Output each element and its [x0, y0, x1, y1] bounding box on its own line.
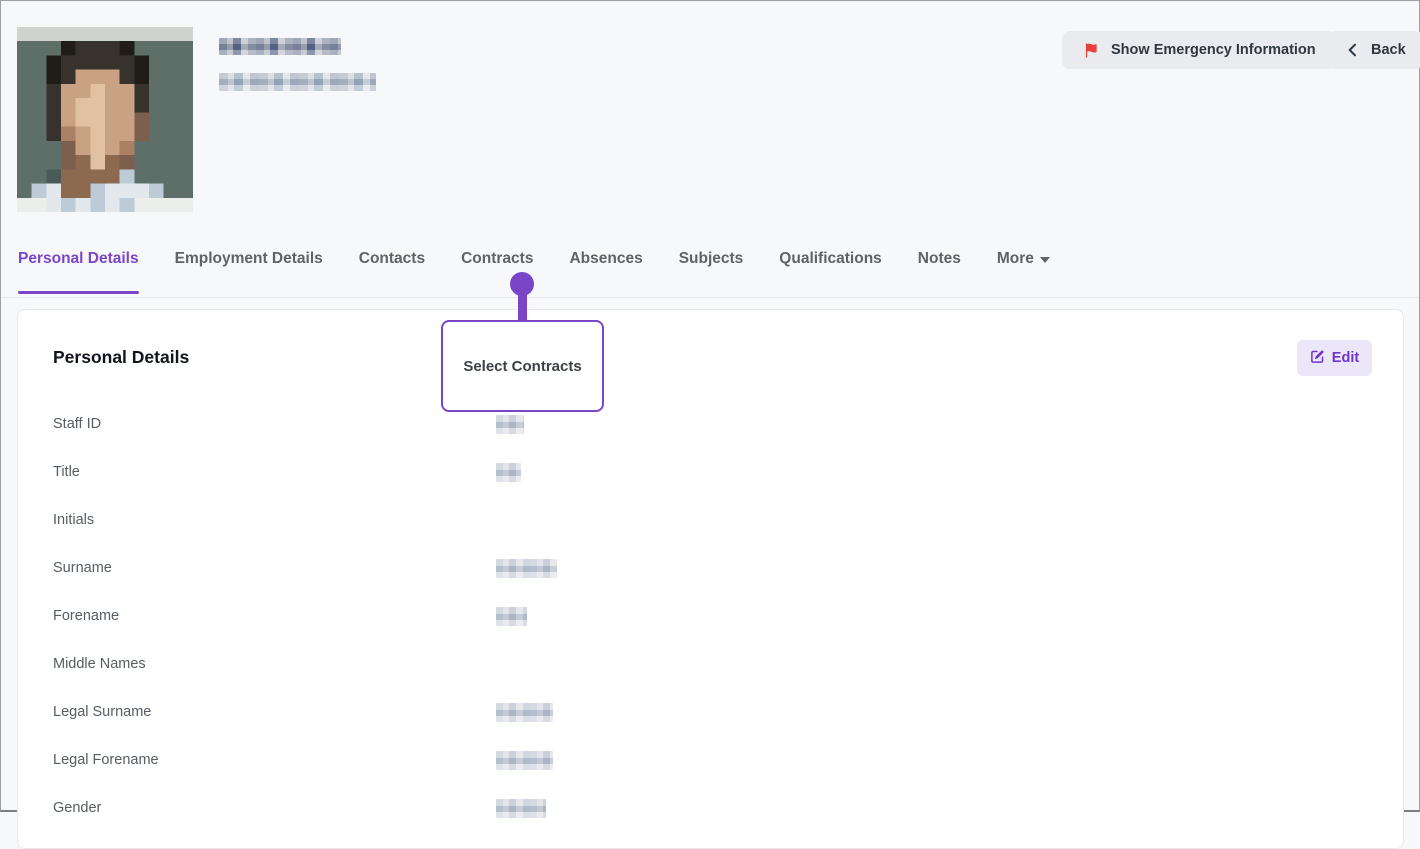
field-value-redacted [496, 798, 546, 818]
field-value-redacted [496, 702, 553, 722]
field-value-redacted [496, 414, 524, 434]
field-label: Legal Forename [53, 752, 159, 768]
tab-absences-label: Absences [569, 250, 643, 267]
field-row-title: Title [53, 448, 1368, 496]
edit-button[interactable]: Edit [1297, 340, 1372, 376]
field-label: Surname [53, 560, 112, 576]
staff-name-redacted [219, 38, 341, 55]
flag-icon [1082, 41, 1101, 60]
tab-more[interactable]: More [997, 247, 1050, 268]
tab-more-label: More [996, 250, 1034, 267]
field-row-middle-names: Middle Names [53, 640, 1368, 688]
field-value-redacted [496, 558, 557, 578]
field-value-redacted [496, 606, 527, 626]
tabbar-divider [1, 297, 1419, 298]
field-value-redacted [496, 750, 553, 770]
field-row-legal-surname: Legal Surname [53, 688, 1368, 736]
tab-subjects-label: Subjects [678, 250, 744, 267]
edit-pencil-icon [1310, 349, 1325, 368]
field-row-legal-forename: Legal Forename [53, 736, 1368, 784]
tab-qualifications[interactable]: Qualifications [779, 247, 882, 268]
back-button[interactable]: Back [1327, 31, 1420, 69]
profile-photo [17, 27, 193, 212]
panel-title: Personal Details [53, 347, 190, 367]
tab-notes-label: Notes [917, 250, 961, 267]
field-row-forename: Forename [53, 592, 1368, 640]
field-label: Staff ID [53, 416, 102, 432]
tab-contracts[interactable]: Contracts [461, 247, 533, 268]
tab-employment-details-label: Employment Details [174, 250, 323, 267]
callout-pin-head [510, 272, 534, 296]
tab-absences[interactable]: Absences [569, 247, 642, 268]
field-row-gender: Gender [53, 784, 1368, 832]
edit-label: Edit [1331, 350, 1360, 366]
personal-details-fields: Staff ID Title Initials Surname Forename… [53, 400, 1368, 832]
field-row-initials: Initials [53, 496, 1368, 544]
field-label: Title [53, 464, 80, 480]
field-row-staff-id: Staff ID [53, 400, 1368, 448]
tab-subjects[interactable]: Subjects [679, 247, 744, 268]
field-label: Legal Surname [53, 704, 152, 720]
personal-details-panel: Personal Details Edit Staff ID Title Ini… [17, 309, 1404, 849]
staff-profile-tabbar: Personal Details Employment Details Cont… [18, 247, 1050, 297]
tab-personal-details[interactable]: Personal Details [18, 247, 139, 294]
field-label: Forename [53, 608, 120, 624]
field-label: Middle Names [53, 656, 146, 672]
tab-contacts-label: Contacts [358, 250, 426, 267]
field-row-surname: Surname [53, 544, 1368, 592]
tab-contacts[interactable]: Contacts [359, 247, 425, 268]
tab-notes[interactable]: Notes [918, 247, 961, 268]
staff-subtitle-redacted [219, 73, 376, 91]
tab-qualifications-label: Qualifications [779, 250, 882, 267]
select-contracts-callout: Select Contracts [441, 320, 604, 412]
chevron-down-icon [1039, 257, 1050, 263]
field-label: Initials [53, 512, 95, 528]
field-value-redacted [496, 462, 521, 482]
back-label: Back [1371, 42, 1406, 58]
select-contracts-callout-label: Select Contracts [463, 357, 582, 375]
field-label: Gender [53, 800, 102, 816]
show-emergency-information-button[interactable]: Show Emergency Information [1062, 31, 1336, 69]
tab-employment-details[interactable]: Employment Details [175, 247, 323, 268]
show-emergency-information-label: Show Emergency Information [1111, 42, 1316, 58]
tab-contracts-label: Contracts [461, 250, 534, 267]
tab-personal-details-label: Personal Details [18, 250, 139, 267]
chevron-left-icon [1345, 42, 1361, 58]
